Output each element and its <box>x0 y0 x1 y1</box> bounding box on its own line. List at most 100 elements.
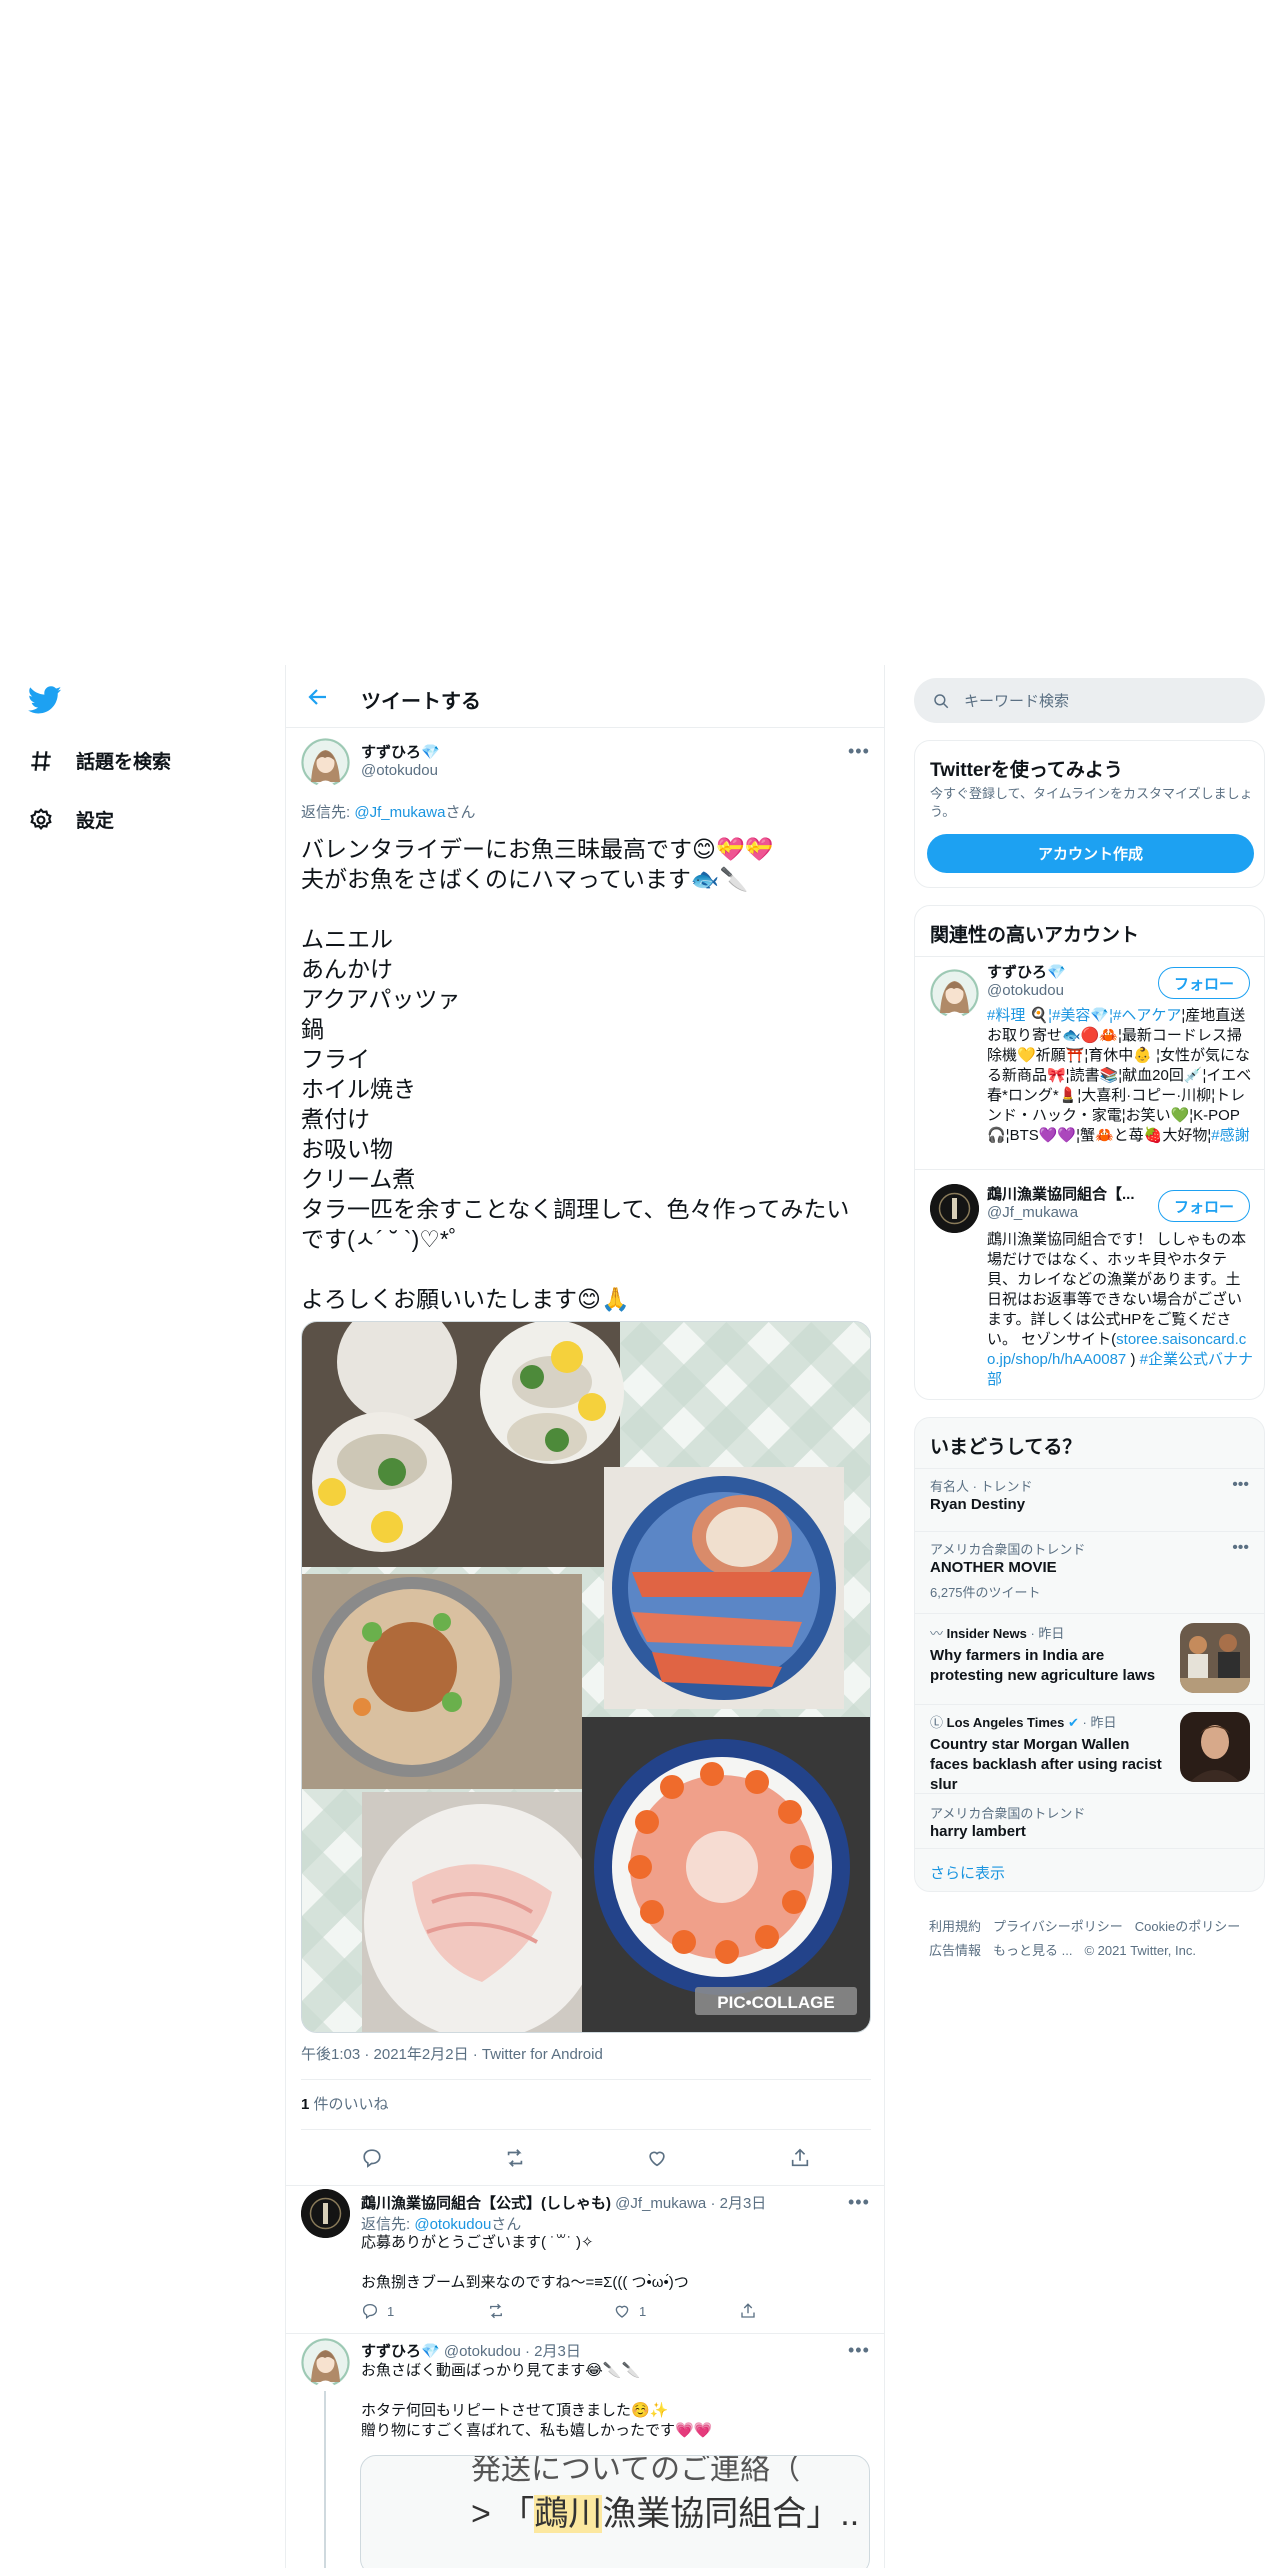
related-accounts-title: 関連性の高いアカウント <box>930 925 1140 946</box>
reply-embedded-image[interactable]: 発送についてのご連絡（ > 「鵡川漁業協同組合」.. <box>360 2455 870 2568</box>
signup-card: Twitterを使ってみよう 今すぐ登録して、タイムラインをカスタマイズしましょ… <box>914 740 1265 888</box>
farmers-protest-photo <box>1180 1623 1250 1693</box>
avatar-illustration <box>301 738 350 787</box>
news-source-line: Ⓛ Los Angeles Times ✔ · 昨日 <box>930 1712 1170 1731</box>
collage-watermark: PIC•COLLAGE <box>717 1993 834 2012</box>
news-source-line: 〰 Insider News · 昨日 <box>930 1623 1170 1642</box>
news-thumbnail <box>1180 1712 1250 1782</box>
search-icon <box>934 693 949 708</box>
reply-text: お魚さばく動画ばっかり見てます😂🔪🔪 ホタテ何回もリピートさせて頂きました☺️✨… <box>361 2362 713 2439</box>
trend-title: Ryan Destiny <box>930 1496 1026 1513</box>
trends-title: いまどうしてる？ <box>930 1437 1082 1458</box>
likes-label: 件のいいね <box>309 2096 389 2113</box>
related-account-avatar[interactable] <box>930 1184 979 1233</box>
more-options-icon[interactable]: ••• <box>1232 1476 1249 1494</box>
author-name[interactable]: すずひろ💎 <box>361 741 440 762</box>
reply-context: 返信先: @Jf_mukawaさん <box>301 801 475 822</box>
nav-settings[interactable]: 設定 <box>28 806 114 833</box>
news-item[interactable]: Ⓛ Los Angeles Times ✔ · 昨日 Country star … <box>930 1712 1170 1795</box>
twitter-bird-icon[interactable] <box>28 683 62 717</box>
footer-copyright: © 2021 Twitter, Inc. <box>1084 1943 1196 1958</box>
like-button[interactable]: 1 <box>613 2302 739 2320</box>
trend-tweet-count: 6,275件のツイート <box>930 1585 1041 1600</box>
reply-date[interactable]: · 2月3日 <box>710 2195 766 2212</box>
trend-item[interactable]: アメリカ合衆国のトレンド ANOTHER MOVIE 6,275件のツイート <box>930 1539 1250 1601</box>
news-thumbnail <box>1180 1623 1250 1693</box>
show-more-link[interactable]: さらに表示 <box>930 1862 1005 1883</box>
jf-mukawa-logo-icon <box>301 2189 350 2238</box>
avatar[interactable] <box>301 738 350 787</box>
like-heart-icon[interactable] <box>646 2147 668 2169</box>
reply-action-bar: 1 1 <box>361 2302 865 2320</box>
divider <box>286 2185 884 2186</box>
thread-connector-line <box>324 2391 326 2568</box>
follow-button[interactable]: フォロー <box>1158 1190 1250 1222</box>
likes-summary[interactable]: 1 件のいいね <box>301 2093 389 2114</box>
reply-button[interactable]: 1 <box>361 2302 487 2320</box>
trend-title: harry lambert <box>930 1823 1026 1840</box>
reply-author-name[interactable]: 鵡川漁業協同組合【公式】(ししゃも) <box>361 2195 611 2212</box>
news-title: Country star Morgan Wallen faces backlas… <box>930 1736 1162 1793</box>
more-options-icon[interactable]: ••• <box>1232 1539 1249 1557</box>
share-button[interactable] <box>739 2302 865 2320</box>
news-source: Insider News <box>946 1626 1027 1641</box>
related-account-avatar[interactable] <box>930 969 979 1018</box>
reply-header: 鵡川漁業協同組合【公式】(ししゃも) @Jf_mukawa · 2月3日 <box>361 2192 766 2213</box>
footer-ads-link[interactable]: 広告情報 <box>929 1943 981 1958</box>
retweet-icon[interactable] <box>504 2147 526 2169</box>
bio-hashtag[interactable]: #感謝 <box>1211 1127 1249 1144</box>
divider <box>915 1613 1264 1614</box>
more-options-icon[interactable]: ••• <box>848 741 870 762</box>
divider <box>915 1531 1264 1532</box>
footer-links: 利用規約 プライバシーポリシー Cookieのポリシー 広告情報 もっと見る ... ©… <box>929 1915 1269 1963</box>
retweet-button[interactable] <box>487 2302 613 2320</box>
divider <box>915 956 1264 957</box>
main-column: ツイートする すずひろ💎 @otokudou ••• 返信先: @Jf_muka… <box>285 665 885 2568</box>
author-handle[interactable]: @otokudou <box>361 762 438 779</box>
reply-prefix: 返信先: <box>361 2216 415 2233</box>
trends-card: いまどうしてる？ 有名人 · トレンド Ryan Destiny ••• アメリ… <box>914 1417 1265 1892</box>
reply-avatar[interactable] <box>301 2338 350 2387</box>
bio-text: ¦産地直送お取り寄せ🐟🔴🦀¦最新コードレス掃除機💛祈願⛩️¦育休中👶 ¦女性が気… <box>987 1007 1252 1144</box>
footer-privacy-link[interactable]: プライバシーポリシー <box>993 1919 1123 1934</box>
related-account-name[interactable]: 鵡川漁業協同組合【... <box>987 1183 1135 1204</box>
footer-cookie-link[interactable]: Cookieのポリシー <box>1135 1919 1240 1934</box>
reply-icon[interactable] <box>361 2147 383 2169</box>
reply-author-handle[interactable]: @Jf_mukawa <box>615 2195 706 2212</box>
news-time: · 昨日 <box>1082 1715 1117 1730</box>
related-account-handle[interactable]: @otokudou <box>987 982 1064 999</box>
back-arrow-icon[interactable] <box>306 685 330 709</box>
related-account-handle[interactable]: @Jf_mukawa <box>987 1204 1078 1221</box>
reply-avatar[interactable] <box>301 2189 350 2238</box>
reply-author-name[interactable]: すずひろ💎 <box>361 2343 440 2360</box>
signup-description: 今すぐ登録して、タイムラインをカスタマイズしましょう。 <box>930 786 1253 819</box>
tweet-timestamp[interactable]: 午後1:03 · 2021年2月2日 · Twitter for Android <box>301 2043 603 2064</box>
reply-date[interactable]: · 2月3日 <box>525 2343 581 2360</box>
tweet-photo-collage[interactable]: PIC•COLLAGE <box>301 1321 871 2033</box>
footer-terms-link[interactable]: 利用規約 <box>929 1919 981 1934</box>
trend-item[interactable]: 有名人 · トレンド Ryan Destiny <box>930 1476 1250 1515</box>
more-options-icon[interactable]: ••• <box>848 2340 870 2361</box>
share-icon[interactable] <box>789 2147 811 2169</box>
jf-mukawa-logo-icon <box>930 1184 979 1233</box>
nav-explore[interactable]: 話題を検索 <box>28 747 171 774</box>
reply-author-handle[interactable]: @otokudou <box>444 2343 521 2360</box>
search-box[interactable]: キーワード検索 <box>914 678 1265 723</box>
follow-button[interactable]: フォロー <box>1158 967 1250 999</box>
reply-text: 応募ありがとうございます( ˙꒳˙ )✧ お魚捌きブーム到来なのですね〜=≡Σ(… <box>361 2234 689 2291</box>
create-account-button[interactable]: アカウント作成 <box>927 834 1254 873</box>
search-input[interactable]: キーワード検索 <box>964 690 1069 711</box>
related-accounts-card: 関連性の高いアカウント すずひろ💎 @otokudou フォロー #料理 🍳¦#… <box>914 905 1265 1400</box>
more-options-icon[interactable]: ••• <box>848 2192 870 2213</box>
bio-hashtags[interactable]: #料理 🍳¦#美容💎¦#ヘアケア <box>987 1007 1181 1024</box>
trend-item[interactable]: アメリカ合衆国のトレンド harry lambert <box>930 1803 1250 1842</box>
related-account-name[interactable]: すずひろ💎 <box>987 961 1066 982</box>
embed-highlight: 鵡川 <box>534 2495 603 2533</box>
reply-to-link[interactable]: @otokudou <box>414 2216 491 2233</box>
reply-count: 1 <box>387 2303 395 2319</box>
portrait-photo <box>1180 1712 1250 1782</box>
footer-more-link[interactable]: もっと見る ... <box>993 1943 1072 1958</box>
reply-to-link[interactable]: @Jf_mukawa <box>354 804 445 821</box>
nav-explore-label: 話題を検索 <box>76 752 172 773</box>
news-item[interactable]: 〰 Insider News · 昨日 Why farmers in India… <box>930 1623 1170 1686</box>
